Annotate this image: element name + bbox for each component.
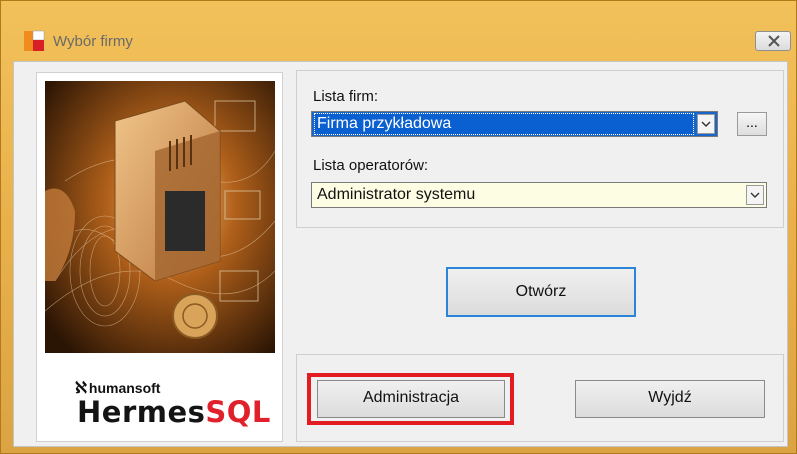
- firm-select-value: Firma przykładowa: [314, 113, 694, 135]
- firm-list-label: Lista firm:: [313, 88, 379, 105]
- dialog-body: ℵ humansoft HermesSQL Lista firm: Firma p…: [13, 61, 788, 447]
- operator-select-dropdown[interactable]: [746, 185, 764, 205]
- firm-select-dropdown[interactable]: [697, 114, 715, 134]
- actions-group: Administracja Wyjdź: [296, 354, 784, 442]
- logo-panel: ℵ humansoft HermesSQL: [36, 72, 283, 442]
- selection-group: Lista firm: Firma przykładowa ... Lista …: [296, 70, 784, 228]
- chevron-down-icon: [701, 121, 711, 127]
- browse-firms-button[interactable]: ...: [737, 112, 767, 136]
- operator-select-value: Administrator systemu: [317, 186, 476, 203]
- close-button[interactable]: [755, 31, 791, 51]
- exit-button[interactable]: Wyjdź: [575, 380, 765, 418]
- operator-list-label: Lista operatorów:: [313, 157, 429, 174]
- firm-select[interactable]: Firma przykładowa: [311, 111, 718, 137]
- product-logo: HermesSQL: [77, 395, 271, 429]
- close-icon: [768, 35, 780, 47]
- administration-button[interactable]: Administracja: [317, 380, 505, 418]
- operator-select[interactable]: Administrator systemu: [311, 182, 767, 208]
- dialog-window: Wybór firmy ℵ humansoft HermesSQL Lista …: [0, 0, 797, 454]
- app-icon: [24, 30, 45, 51]
- splash-artwork: [45, 81, 275, 353]
- chevron-down-icon: [750, 192, 760, 198]
- open-button[interactable]: Otwórz: [446, 267, 636, 317]
- window-title: Wybór firmy: [53, 33, 133, 50]
- title-bar[interactable]: Wybór firmy: [1, 1, 797, 51]
